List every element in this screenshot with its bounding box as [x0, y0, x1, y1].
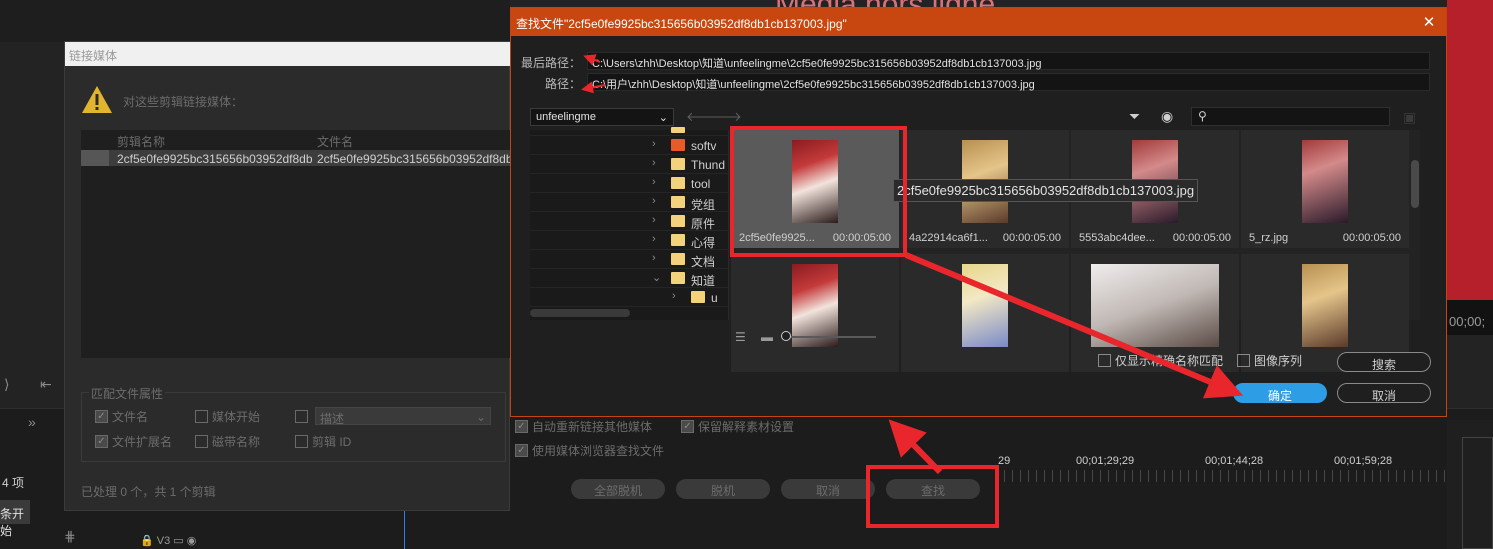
arrow-to-path [581, 81, 606, 94]
annotation-arrows [581, 54, 1244, 475]
arrow-to-locate [888, 419, 943, 475]
arrow-to-ok [904, 252, 1244, 399]
arrow-to-last-path [583, 54, 601, 66]
